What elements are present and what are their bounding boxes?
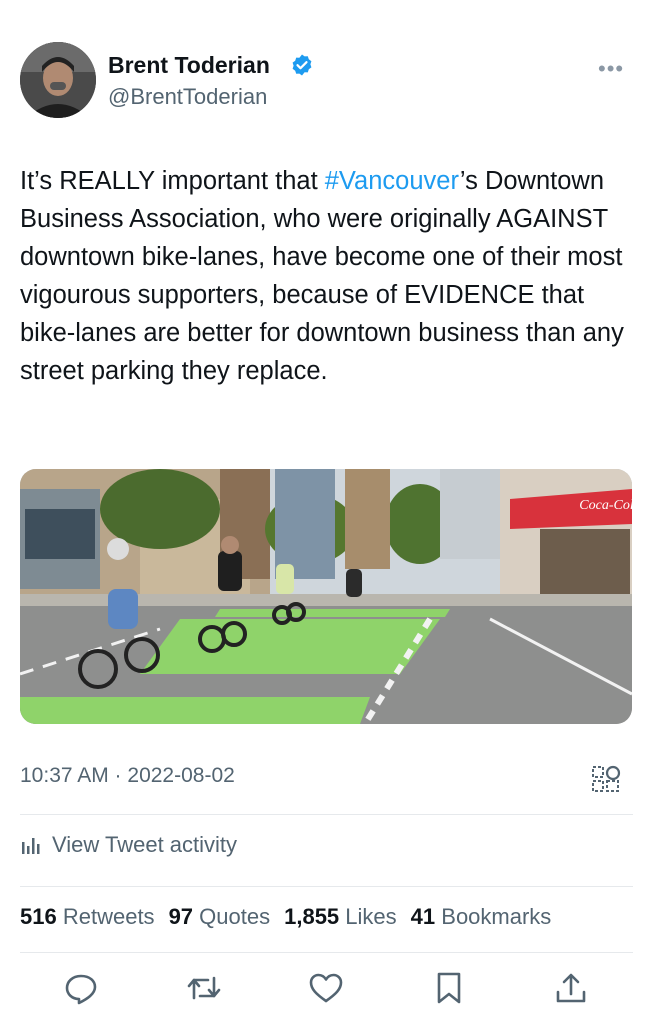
- store-sign: Coca-Cola: [579, 498, 632, 513]
- engagement-stats: 516 Retweets 97 Quotes 1,855 Likes 41 Bo…: [20, 904, 551, 930]
- divider: [20, 814, 633, 815]
- bookmarks-count: 41: [410, 904, 436, 929]
- street-photo: Coca-Cola: [20, 469, 632, 724]
- retweets-label: Retweets: [62, 904, 155, 929]
- retweets-stat[interactable]: 516 Retweets: [20, 904, 155, 930]
- likes-count: 1,855: [284, 904, 340, 929]
- retweets-count: 516: [20, 904, 57, 929]
- divider: [20, 952, 633, 953]
- analytics-icon: [22, 838, 40, 854]
- translate-qr-icon[interactable]: [590, 763, 622, 795]
- more-options-icon[interactable]: •••: [598, 56, 624, 82]
- quotes-stat[interactable]: 97 Quotes: [169, 904, 271, 930]
- tweet-timestamp[interactable]: 10:37 AM · 2022-08-02: [20, 764, 235, 788]
- avatar[interactable]: [20, 42, 96, 118]
- likes-stat[interactable]: 1,855 Likes: [284, 904, 397, 930]
- quotes-label: Quotes: [199, 904, 271, 929]
- tweet-text-end: ’s Downtown Business Association, who we…: [20, 167, 624, 385]
- hashtag-link[interactable]: #Vancouver: [325, 167, 460, 195]
- reply-icon[interactable]: [63, 970, 99, 1006]
- like-icon[interactable]: [308, 970, 344, 1006]
- tweet-text: It’s REALLY important that #Vancouver’s …: [20, 162, 640, 390]
- share-icon[interactable]: [553, 970, 589, 1006]
- action-bar: [0, 966, 653, 1016]
- view-tweet-activity-label: View Tweet activity: [52, 832, 238, 857]
- author-handle[interactable]: @BrentToderian: [108, 84, 267, 110]
- divider: [20, 886, 633, 887]
- retweet-icon[interactable]: [186, 970, 222, 1006]
- bookmarks-stat[interactable]: 41 Bookmarks: [411, 904, 552, 930]
- author-name[interactable]: Brent Toderian: [108, 52, 270, 79]
- bookmarks-label: Bookmarks: [441, 904, 552, 929]
- likes-label: Likes: [345, 904, 397, 929]
- tweet-photo[interactable]: Coca-Cola: [20, 469, 632, 724]
- view-tweet-activity-link[interactable]: View Tweet activity: [20, 832, 237, 858]
- verified-badge-icon: [292, 54, 312, 76]
- avatar-photo: [20, 42, 96, 118]
- bookmark-icon[interactable]: [431, 970, 467, 1006]
- tweet-text-start: It’s REALLY important that: [20, 167, 325, 195]
- quotes-count: 97: [168, 904, 194, 929]
